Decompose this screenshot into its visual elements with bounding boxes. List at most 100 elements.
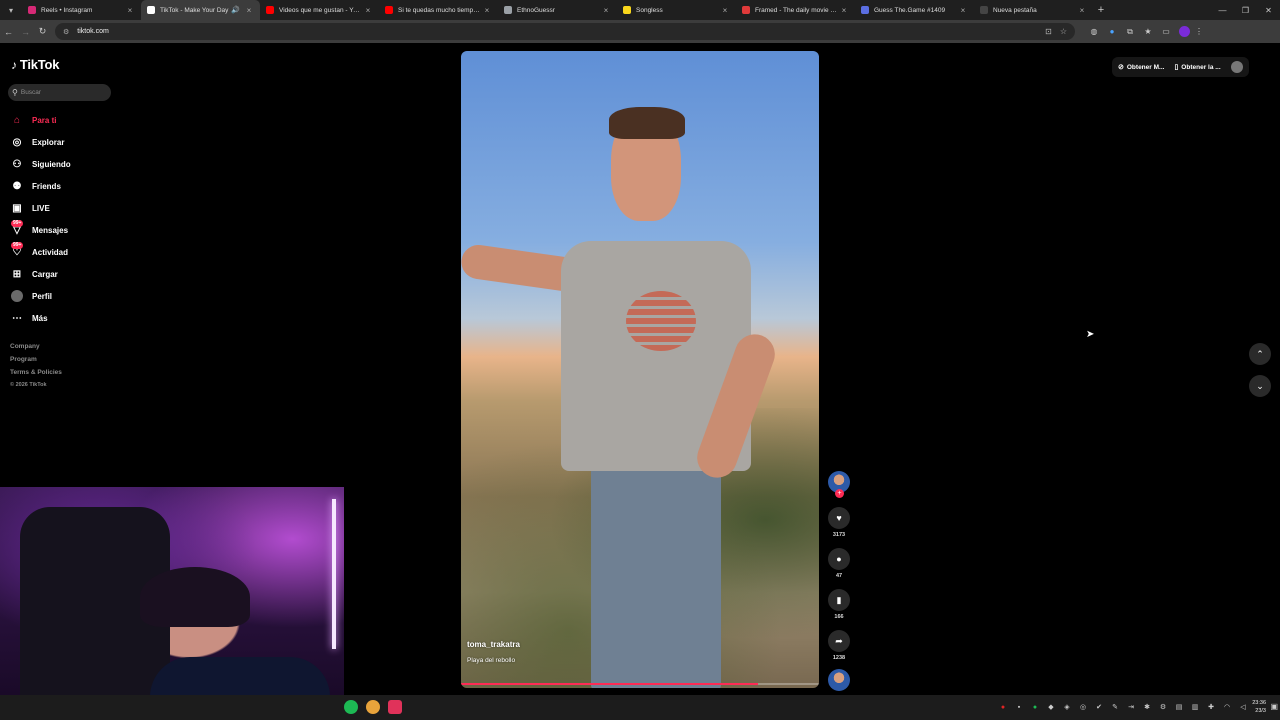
share-button[interactable]: ➦ [828, 630, 850, 652]
tab-close-icon[interactable]: × [125, 6, 135, 15]
tab-close-icon[interactable]: × [720, 6, 730, 15]
sidebar-item-label: Para ti [32, 115, 57, 125]
tab-title: EthnoGuessr [517, 6, 555, 14]
cast-icon[interactable]: ▭ [1157, 24, 1175, 40]
site-info-icon[interactable]: ⚙ [63, 28, 69, 36]
sidebar-item-label: LIVE [32, 203, 50, 213]
tab-close-icon[interactable]: × [363, 6, 373, 15]
new-tab-button[interactable]: + [1093, 4, 1109, 16]
app-taskbar-icon[interactable] [388, 700, 402, 714]
tray-icon[interactable]: ▤ [1174, 702, 1184, 712]
wifi-icon[interactable]: ◠ [1222, 702, 1232, 712]
reload-icon[interactable]: ↻ [34, 20, 51, 43]
address-bar[interactable]: ⚙ tiktok.com ⊡ ☆ [55, 23, 1075, 40]
tray-icon[interactable]: ◎ [1078, 702, 1088, 712]
install-app-icon[interactable]: ⊡ [1045, 27, 1052, 36]
get-desktop-button[interactable]: ▯ Obtener la ... [1174, 63, 1220, 72]
menu-dots-icon[interactable]: ⋮ [1190, 24, 1208, 40]
video-username[interactable]: toma_trakatra [467, 640, 520, 649]
tray-icon[interactable]: ✚ [1206, 702, 1216, 712]
more-icon: ⋯ [12, 312, 22, 324]
tab-close-icon[interactable]: × [1077, 6, 1087, 15]
follow-plus-icon[interactable]: + [835, 489, 844, 498]
sidebar-item-siguiendo[interactable]: ⚇ Siguiendo [10, 153, 71, 175]
footer-terms-link[interactable]: Terms & Policies [10, 369, 62, 382]
extension-icon[interactable]: ● [1103, 24, 1121, 40]
video-progress-bar[interactable] [461, 683, 819, 685]
volume-icon[interactable]: ◁ [1238, 702, 1248, 712]
browser-tab[interactable]: Nueva pestaña × [974, 0, 1093, 20]
bookmark-star-icon[interactable]: ☆ [1060, 27, 1067, 36]
chrome-taskbar-icon[interactable] [366, 700, 380, 714]
browser-tab-strip: ▾ Reels • Instagram × TikTok - Make Your D… [0, 0, 1280, 20]
footer-program-link[interactable]: Program [10, 356, 62, 369]
tab-close-icon[interactable]: × [482, 6, 492, 15]
tab-favicon-icon [980, 6, 988, 14]
tray-icon[interactable]: ▥ [1190, 702, 1200, 712]
browser-tab[interactable]: Videos que me gustan - YouTube× [260, 0, 379, 20]
browser-tab[interactable]: Songless × [617, 0, 736, 20]
minimize-icon[interactable]: — [1211, 0, 1234, 20]
profile-avatar[interactable] [1179, 26, 1190, 37]
maximize-icon[interactable]: ❐ [1234, 0, 1257, 20]
tray-icon[interactable]: ◈ [1062, 702, 1072, 712]
music-disc-avatar[interactable] [828, 669, 850, 691]
close-window-icon[interactable]: ✕ [1257, 0, 1280, 20]
browser-tab[interactable]: TikTok - Make Your Day 🔊 × [141, 0, 260, 20]
comment-button[interactable]: ● [828, 548, 850, 570]
browser-tab[interactable]: EthnoGuessr × [498, 0, 617, 20]
sidebar-item-explorar[interactable]: ◎ Explorar [10, 131, 71, 153]
spotify-taskbar-icon[interactable] [344, 700, 358, 714]
sidebar-item-actividad[interactable]: ♡ 99+ Actividad [10, 241, 71, 263]
tray-icon[interactable]: ✔ [1094, 702, 1104, 712]
user-avatar[interactable] [1230, 61, 1243, 73]
browser-tab[interactable]: Reels • Instagram × [22, 0, 141, 20]
tray-icon[interactable]: ✱ [1142, 702, 1152, 712]
tray-icon[interactable]: ✎ [1110, 702, 1120, 712]
clock[interactable]: 23:36 23/3 [1252, 699, 1266, 715]
bookmarks-icon[interactable]: ★ [1139, 24, 1157, 40]
tab-close-icon[interactable]: × [244, 6, 254, 15]
sidebar-item-live[interactable]: ▣ LIVE [10, 197, 71, 219]
next-video-button[interactable]: ⌄ [1249, 375, 1271, 397]
tray-icon[interactable]: ● [998, 702, 1008, 712]
bookmark-icon: ▮ [836, 594, 842, 605]
browser-tab[interactable]: Guess The.Game #1409 × [855, 0, 974, 20]
sidebar-item-perfil[interactable]: Perfil [10, 285, 71, 307]
footer-company-link[interactable]: Company [10, 343, 62, 356]
taskbar-apps [344, 700, 410, 714]
back-icon[interactable]: ← [0, 20, 17, 43]
sidebar-item-más[interactable]: ⋯ Más [10, 307, 71, 329]
tray-icon[interactable]: ▪ [1014, 702, 1024, 712]
tab-close-icon[interactable]: × [958, 6, 968, 15]
extension-icon[interactable]: ◍ [1085, 24, 1103, 40]
tray-icon[interactable]: ⇥ [1126, 702, 1136, 712]
tab-close-icon[interactable]: × [839, 6, 849, 15]
browser-tab[interactable]: Framed - The daily movie guess × [736, 0, 855, 20]
puzzle-icon[interactable]: ⧉ [1121, 24, 1139, 40]
sidebar-nav: ⌂ Para ti ◎ Explorar ⚇ Siguiendo ⚉ Friends ▣ LIVE… [10, 109, 71, 329]
tab-favicon-icon [28, 6, 36, 14]
tiktok-logo[interactable]: ♪ TikTok [11, 57, 60, 72]
sidebar-item-mensajes[interactable]: ▽ 99+ Mensajes [10, 219, 71, 241]
video-player[interactable]: toma_trakatra Playa del rebollo [461, 51, 819, 688]
tab-search-icon[interactable]: ▾ [0, 0, 22, 20]
like-button[interactable]: ♥ [828, 507, 850, 529]
get-app-button[interactable]: ⊘ Obtener M... [1118, 63, 1164, 72]
browser-tab[interactable]: Si te quedas mucho tiempo en × [379, 0, 498, 20]
search-box[interactable]: ⚲ [8, 84, 111, 101]
sidebar-item-cargar[interactable]: ⊞ Cargar [10, 263, 71, 285]
forward-icon[interactable]: → [17, 20, 34, 43]
tab-audio-icon[interactable]: 🔊 [231, 6, 240, 14]
save-button[interactable]: ▮ [828, 589, 850, 611]
tray-icon[interactable]: ⚙ [1158, 702, 1168, 712]
previous-video-button[interactable]: ⌃ [1249, 343, 1271, 365]
creator-avatar[interactable]: + [828, 471, 850, 498]
search-input[interactable] [20, 89, 101, 96]
sidebar-item-para-ti[interactable]: ⌂ Para ti [10, 109, 71, 131]
tray-icon[interactable]: ◆ [1046, 702, 1056, 712]
tab-close-icon[interactable]: × [601, 6, 611, 15]
sidebar-item-friends[interactable]: ⚉ Friends [10, 175, 71, 197]
notification-icon[interactable]: ▣ [1270, 702, 1278, 711]
tray-icon[interactable]: ● [1030, 702, 1040, 712]
